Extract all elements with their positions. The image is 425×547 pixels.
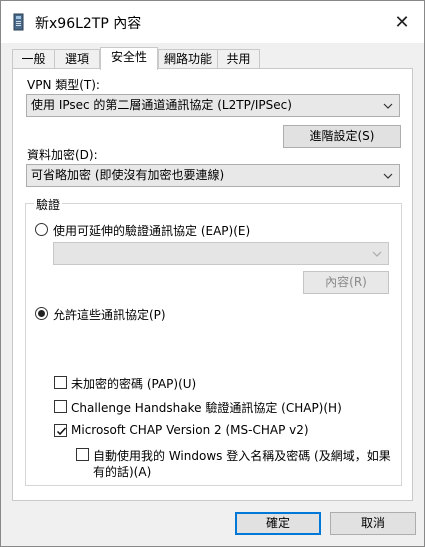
authentication-group: 驗證 使用可延伸的驗證通訊協定 (EAP)(E) 內容(R) 允許這些通訊協定(… [25, 196, 402, 486]
mschapv2-label: Microsoft CHAP Version 2 (MS-CHAP v2) [71, 423, 309, 437]
ok-button[interactable]: 確定 [235, 512, 321, 535]
cancel-button[interactable]: 取消 [330, 512, 416, 535]
tab-general[interactable]: 一般 [12, 49, 55, 69]
eap-radio[interactable] [35, 223, 48, 236]
advanced-settings-button[interactable]: 進階設定(S) [283, 125, 401, 148]
chap-label: Challenge Handshake 驗證通訊協定 (CHAP)(H) [71, 401, 342, 415]
encryption-select[interactable]: 可省略加密 (即使沒有加密也要連線) [26, 164, 400, 187]
auto-logon-label-line1: 自動使用我的 Windows 登入名稱及密碼 (及網域，如果 [93, 449, 391, 463]
tab-networking[interactable]: 網路功能 [158, 49, 218, 69]
encryption-value: 可省略加密 (即使沒有加密也要連線) [31, 168, 225, 182]
tab-options[interactable]: 選項 [54, 49, 100, 69]
pap-checkbox[interactable] [54, 376, 67, 389]
title-bar: 新x96L2TP 內容 ✕ [1, 1, 424, 43]
chevron-down-icon [383, 103, 393, 109]
auto-logon-checkbox[interactable] [76, 448, 89, 461]
window-title: 新x96L2TP 內容 [35, 16, 142, 32]
eap-properties-button[interactable]: 內容(R) [303, 271, 389, 294]
chevron-down-icon [383, 173, 393, 179]
eap-radio-label: 使用可延伸的驗證通訊協定 (EAP)(E) [53, 224, 251, 238]
chap-checkbox[interactable] [54, 400, 67, 413]
tab-sharing[interactable]: 共用 [217, 49, 260, 69]
mschapv2-checkbox[interactable] [54, 424, 67, 437]
checkmark-icon [56, 427, 67, 436]
tab-security[interactable]: 安全性 [100, 47, 158, 70]
dialog-window: 新x96L2TP 內容 ✕ 一般 選項 安全性 網路功能 共用 VPN 類型(T… [0, 0, 425, 547]
authentication-group-label: 驗證 [34, 196, 63, 213]
allow-protocols-label: 允許這些通訊協定(P) [53, 308, 166, 322]
vpn-type-label: VPN 類型(T): [27, 78, 100, 92]
auto-logon-label-line2: 有的話)(A) [93, 465, 152, 479]
vpn-type-value: 使用 IPsec 的第二層通道通訊協定 (L2TP/IPSec) [31, 98, 292, 112]
vpn-type-select[interactable]: 使用 IPsec 的第二層通道通訊協定 (L2TP/IPSec) [26, 94, 400, 117]
chevron-down-icon [372, 251, 382, 257]
encryption-label: 資料加密(D): [27, 148, 98, 162]
eap-select[interactable] [53, 242, 389, 265]
close-icon[interactable]: ✕ [380, 1, 424, 43]
security-panel: VPN 類型(T): 使用 IPsec 的第二層通道通訊協定 (L2TP/IPS… [12, 68, 413, 501]
allow-protocols-radio[interactable] [35, 307, 48, 320]
vpn-connection-icon [13, 13, 24, 31]
pap-label: 未加密的密碼 (PAP)(U) [71, 377, 197, 391]
